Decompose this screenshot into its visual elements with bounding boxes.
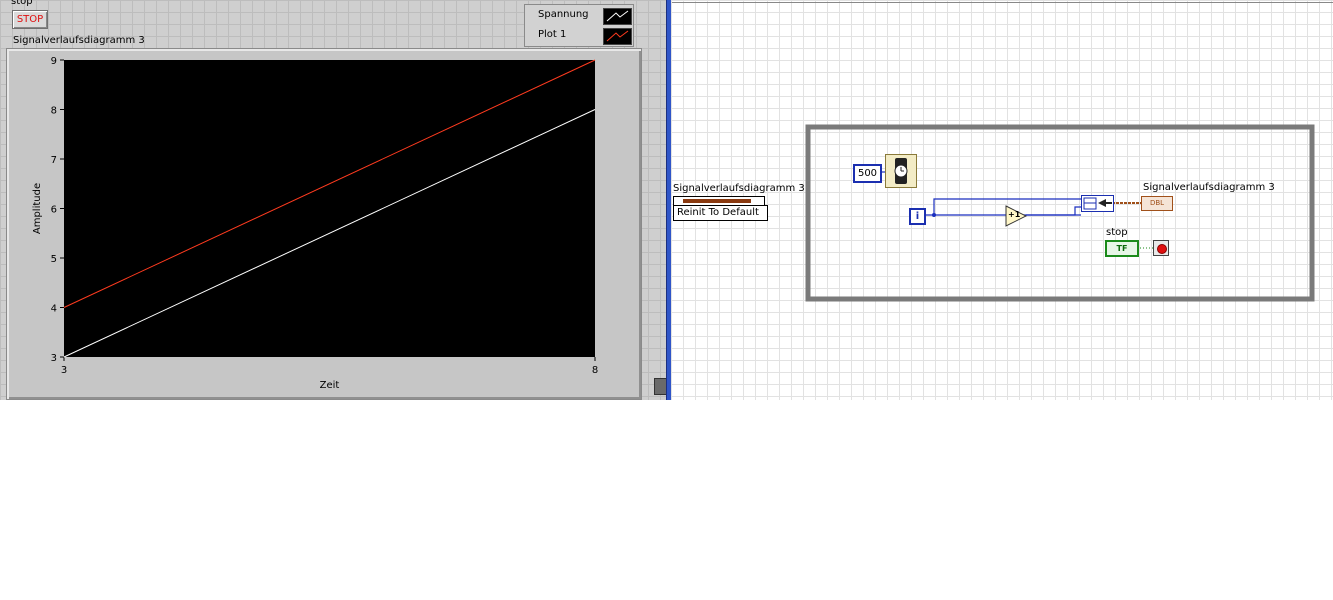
reinit-to-default-node[interactable]: Reinit To Default: [673, 205, 768, 221]
stop-tf-terminal[interactable]: TF: [1105, 240, 1139, 257]
diagram-wires: [805, 124, 1315, 302]
while-loop[interactable]: [805, 124, 1315, 302]
bundle-node-icon[interactable]: [1081, 195, 1114, 212]
increment-icon[interactable]: +1: [1005, 205, 1028, 231]
loop-condition-icon[interactable]: [1153, 240, 1169, 256]
increment-label: +1: [1008, 210, 1021, 219]
bd-stop-label: stop: [1106, 227, 1128, 238]
iteration-terminal[interactable]: i: [909, 208, 926, 225]
increment-wire: [1026, 206, 1081, 216]
chart-terminal-label: Signalverlaufsdiagramm 3: [1143, 182, 1275, 193]
wait-constant[interactable]: 500: [853, 164, 882, 183]
chart-terminal-icon[interactable]: DBL: [1141, 196, 1173, 211]
wait-ms-icon[interactable]: [885, 154, 917, 188]
bd-chart-label: Signalverlaufsdiagramm 3: [673, 183, 805, 194]
